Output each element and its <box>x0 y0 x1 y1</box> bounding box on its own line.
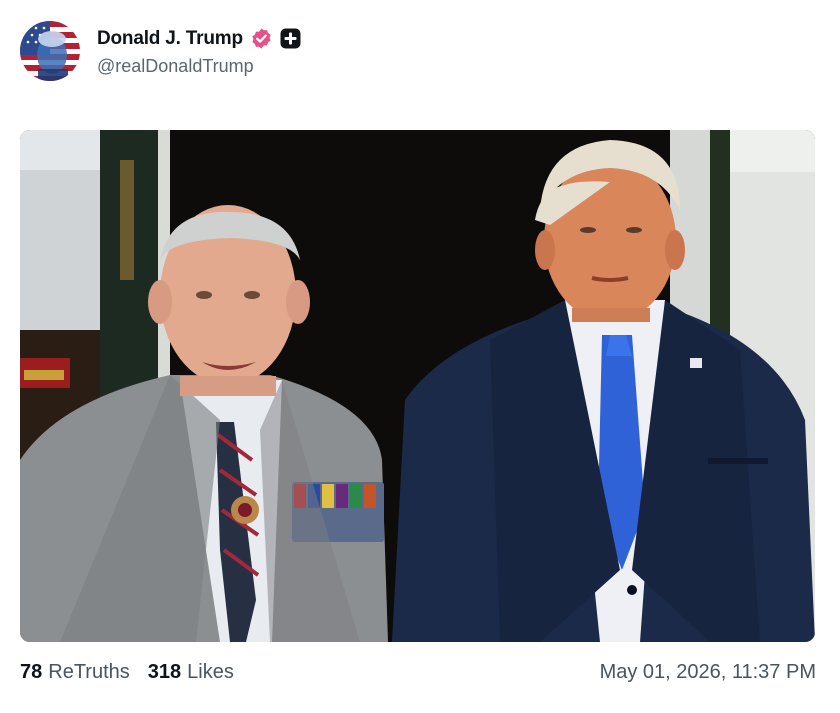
verified-badge-icon <box>250 27 273 50</box>
truth-post: Donald J. Trump @realDonaldTrump 78 ReTr… <box>0 0 840 713</box>
retruths-stat[interactable]: 78 ReTruths <box>20 661 130 684</box>
post-photo[interactable] <box>20 130 815 642</box>
author-avatar[interactable] <box>20 21 80 81</box>
post-header: Donald J. Trump @realDonaldTrump <box>20 20 301 82</box>
author-names: Donald J. Trump @realDonaldTrump <box>97 26 301 77</box>
post-stats: 78 ReTruths 318 Likes <box>20 661 252 684</box>
retruths-count: 78 <box>20 660 43 683</box>
name-row: Donald J. Trump <box>97 26 301 52</box>
post-timestamp[interactable]: May 01, 2026, 11:37 PM <box>600 661 816 684</box>
author-handle[interactable]: @realDonaldTrump <box>97 56 301 77</box>
plus-badge-icon <box>280 28 301 49</box>
likes-stat[interactable]: 318 Likes <box>148 661 234 684</box>
author-display-name[interactable]: Donald J. Trump <box>97 28 243 50</box>
likes-count: 318 <box>147 660 182 683</box>
post-footer: 78 ReTruths 318 Likes May 01, 2026, 11:3… <box>20 657 816 687</box>
retruths-label: ReTruths <box>48 660 130 683</box>
likes-label: Likes <box>187 660 234 683</box>
